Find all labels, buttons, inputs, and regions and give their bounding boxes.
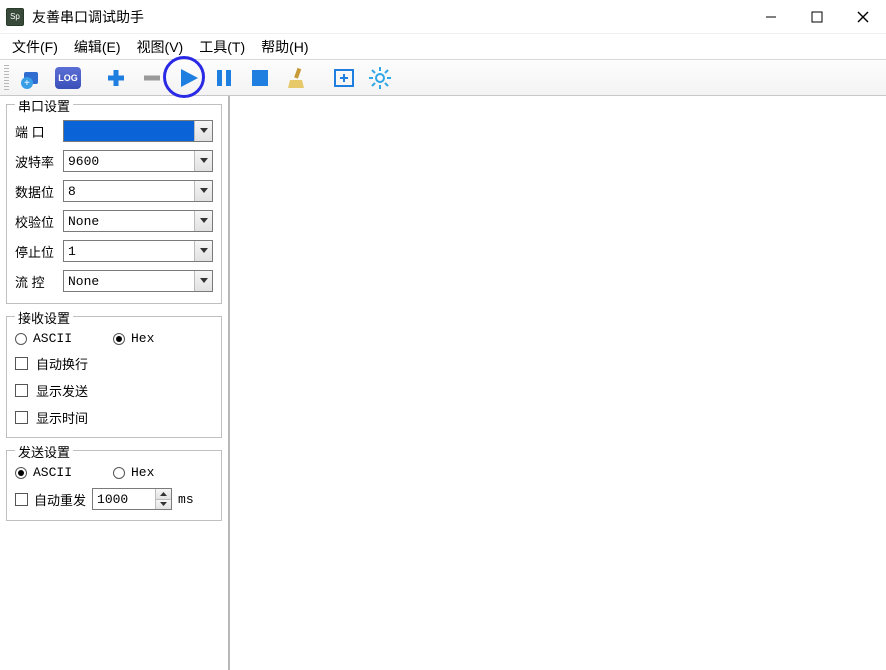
combo-stop[interactable]: 1 — [63, 240, 213, 262]
clear-button[interactable] — [281, 63, 311, 93]
label-ms: ms — [178, 492, 194, 507]
chevron-down-icon — [194, 121, 212, 141]
settings-button[interactable] — [365, 63, 395, 93]
output-area[interactable] — [230, 100, 886, 670]
maximize-button[interactable] — [794, 0, 840, 34]
spinner-arrows-icon — [155, 489, 171, 509]
combo-port[interactable] — [63, 120, 213, 142]
check-showtime[interactable]: 显示时间 — [15, 408, 213, 427]
chevron-down-icon — [194, 271, 212, 291]
radio-recv-hex[interactable]: Hex — [113, 331, 203, 346]
menu-file[interactable]: 文件(F) — [4, 34, 66, 60]
label-auto-resend: 自动重发 — [34, 490, 86, 509]
check-showsend[interactable]: 显示发送 — [15, 381, 213, 400]
combo-databits[interactable]: 8 — [63, 180, 213, 202]
play-button[interactable] — [173, 63, 203, 93]
legend-send: 发送设置 — [15, 442, 73, 461]
label-stop: 停止位 — [15, 242, 63, 261]
combo-parity[interactable]: None — [63, 210, 213, 232]
new-port-button[interactable]: + — [17, 63, 47, 93]
menu-edit[interactable]: 编辑(E) — [66, 34, 129, 60]
log-button[interactable]: LOG — [53, 63, 83, 93]
menu-tools[interactable]: 工具(T) — [191, 34, 253, 60]
group-serial-settings: 串口设置 端 口 波特率 9600 数据位 8 — [6, 104, 222, 304]
label-baud: 波特率 — [15, 152, 63, 171]
left-panel: 串口设置 端 口 波特率 9600 数据位 8 — [0, 96, 230, 670]
combo-flow[interactable]: None — [63, 270, 213, 292]
close-button[interactable] — [840, 0, 886, 34]
radio-icon — [113, 467, 125, 479]
label-parity: 校验位 — [15, 212, 63, 231]
label-flow: 流 控 — [15, 272, 63, 291]
combo-baud[interactable]: 9600 — [63, 150, 213, 172]
menubar: 文件(F) 编辑(E) 视图(V) 工具(T) 帮助(H) — [0, 34, 886, 60]
svg-text:+: + — [24, 78, 30, 89]
legend-recv: 接收设置 — [15, 308, 73, 327]
minimize-button[interactable] — [748, 0, 794, 34]
radio-icon — [15, 333, 27, 345]
pause-button[interactable] — [209, 63, 239, 93]
menu-help[interactable]: 帮助(H) — [253, 34, 316, 60]
radio-recv-ascii[interactable]: ASCII — [15, 331, 105, 346]
label-port: 端 口 — [15, 122, 63, 141]
add-tab-button[interactable] — [329, 63, 359, 93]
checkbox-icon — [15, 411, 28, 424]
titlebar: Sp 友善串口调试助手 — [0, 0, 886, 34]
toolbar: + LOG — [0, 60, 886, 96]
check-wrap[interactable]: 自动换行 — [15, 354, 213, 373]
legend-serial: 串口设置 — [15, 96, 73, 115]
toolbar-grip — [4, 65, 9, 91]
menu-view[interactable]: 视图(V) — [129, 34, 192, 60]
radio-icon — [15, 467, 27, 479]
radio-send-hex[interactable]: Hex — [113, 465, 203, 480]
checkbox-icon — [15, 357, 28, 370]
label-databits: 数据位 — [15, 182, 63, 201]
radio-send-ascii[interactable]: ASCII — [15, 465, 105, 480]
minus-button[interactable] — [137, 63, 167, 93]
chevron-down-icon — [194, 241, 212, 261]
plus-button[interactable] — [101, 63, 131, 93]
radio-icon — [113, 333, 125, 345]
chevron-down-icon — [194, 211, 212, 231]
group-recv-settings: 接收设置 ASCII Hex 自动换行 显示发送 — [6, 316, 222, 438]
stop-button[interactable] — [245, 63, 275, 93]
chevron-down-icon — [194, 151, 212, 171]
spin-interval[interactable]: 1000 — [92, 488, 172, 510]
group-send-settings: 发送设置 ASCII Hex 自动重发 1000 — [6, 450, 222, 521]
app-icon: Sp — [6, 8, 24, 26]
check-auto-resend[interactable] — [15, 493, 28, 506]
checkbox-icon — [15, 384, 28, 397]
chevron-down-icon — [194, 181, 212, 201]
window-title: 友善串口调试助手 — [32, 7, 144, 27]
